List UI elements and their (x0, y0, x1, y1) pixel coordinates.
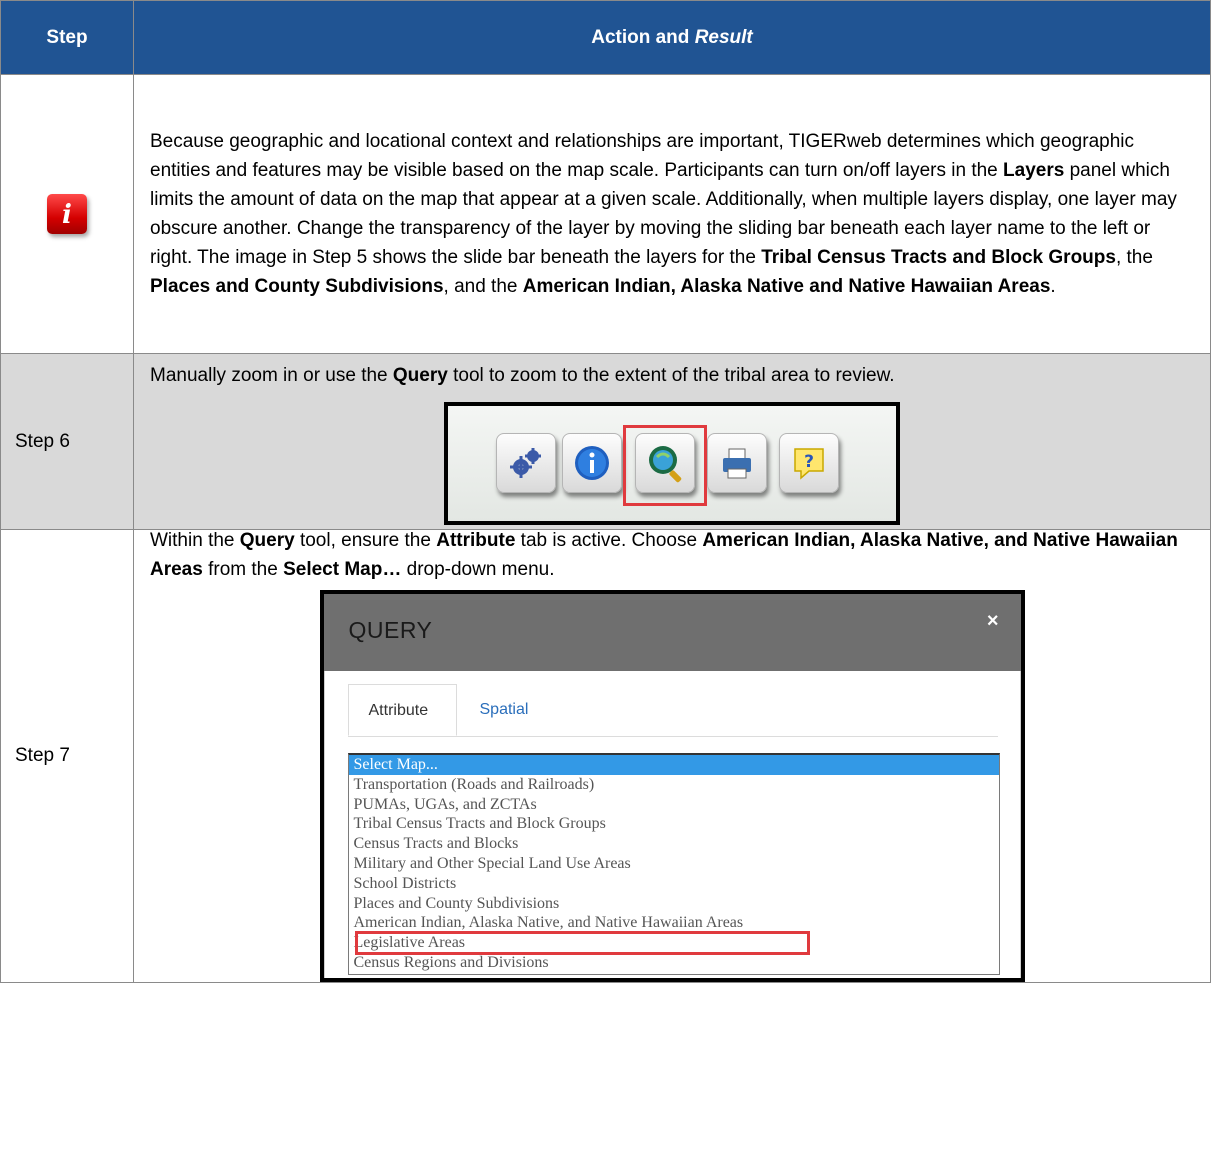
step7-text-run: from the (202, 559, 284, 580)
step7-text-run: Query (239, 530, 295, 551)
svg-text:?: ? (804, 452, 814, 472)
info-icon: i (47, 194, 87, 234)
query-panel-header: QUERY × (323, 594, 1021, 671)
info-text-run: Because geographic and locational contex… (150, 131, 1135, 181)
info-text-run: Places and County Subdivisions (150, 276, 444, 297)
info-text-run: American Indian, Alaska Native and Nativ… (522, 276, 1051, 297)
select-map-dropdown-list[interactable]: Select Map... Transportation (Roads and R… (347, 753, 1000, 975)
step7-text-run: tool, ensure the (294, 530, 437, 551)
info-paragraph: Because geographic and locational contex… (134, 127, 1210, 301)
toolbar-screenshot: ? (444, 401, 900, 525)
step6-paragraph: Manually zoom in or use the Query tool t… (134, 361, 1210, 390)
help-icon[interactable]: ? (779, 432, 839, 493)
info-icon[interactable] (562, 432, 622, 493)
step6-text-run: Manually zoom in or use the (150, 364, 393, 386)
american-indian-option-highlight (354, 931, 810, 955)
select-map-option[interactable]: Urban Areas (349, 973, 999, 975)
step7-text-run: Attribute (436, 530, 516, 551)
step6-text-run: tool to zoom to the extent of the tribal… (447, 364, 895, 386)
header-action-result: Action and Result (133, 0, 1211, 75)
procedure-table: Step Action and Result i Because geograp… (0, 0, 1211, 983)
query-panel-title: QUERY (348, 617, 433, 643)
table-row-step6: Step 6 Manually zoom in or use the Query… (0, 353, 1211, 530)
step7-text-run: tab is active. Choose (515, 530, 703, 551)
info-text-run: Tribal Census Tracts and Block Groups (761, 247, 1116, 268)
query-panel-body: Attribute Spatial Select Map... Transport… (323, 671, 1021, 978)
table-header-row: Step Action and Result (0, 0, 1211, 75)
step6-label: Step 6 (0, 353, 134, 530)
table-row-step7: Step 7 Within the Query tool, ensure the… (0, 529, 1211, 983)
step7-text-run: drop-down menu. (401, 559, 555, 580)
info-text-run: Layers (1003, 160, 1065, 181)
query-tool-highlight (623, 424, 707, 506)
select-map-option[interactable]: Select Map... (348, 755, 999, 775)
header-result: Result (694, 26, 753, 48)
step7-text-run: Within the (150, 530, 240, 551)
info-text-run: , the (1115, 247, 1153, 268)
select-map-option[interactable]: Transportation (Roads and Railroads) (349, 775, 999, 795)
settings-gears-icon[interactable] (496, 432, 556, 493)
select-map-option[interactable]: Census Tracts and Blocks (349, 834, 999, 854)
tab-attribute[interactable]: Attribute (347, 684, 457, 736)
header-action: Action and (591, 26, 695, 48)
info-text-cell: Because geographic and locational contex… (133, 74, 1211, 354)
select-map-option[interactable]: School Districts (349, 874, 999, 894)
query-tabs: Attribute Spatial (347, 684, 998, 737)
table-row-info: i Because geographic and locational cont… (0, 74, 1211, 354)
info-text-run: . (1050, 276, 1056, 297)
tab-spatial[interactable]: Spatial (460, 684, 549, 736)
print-icon[interactable] (707, 432, 767, 493)
header-step: Step (0, 0, 134, 75)
step6-text-run: Query (392, 364, 448, 386)
select-map-option[interactable]: PUMAs, UGAs, and ZCTAs (349, 795, 999, 815)
close-icon[interactable]: × (987, 610, 999, 633)
info-text-run: , and the (443, 276, 523, 297)
step7-paragraph: Within the Query tool, ensure the Attrib… (134, 526, 1210, 584)
info-cell: i (0, 74, 134, 354)
select-map-option[interactable]: Tribal Census Tracts and Block Groups (349, 814, 999, 834)
select-map-option[interactable]: Military and Other Special Land Use Area… (349, 854, 999, 874)
select-map-option[interactable]: Places and County Subdivisions (349, 894, 999, 914)
step7-content: Within the Query tool, ensure the Attrib… (133, 529, 1211, 983)
step7-text-run: Select Map… (283, 559, 402, 580)
select-map-option[interactable]: Census Regions and Divisions (349, 953, 999, 973)
step7-label: Step 7 (0, 529, 134, 983)
step6-content: Manually zoom in or use the Query tool t… (133, 353, 1211, 530)
query-panel-screenshot: QUERY × Attribute Spatial Select Map... T… (319, 590, 1025, 982)
